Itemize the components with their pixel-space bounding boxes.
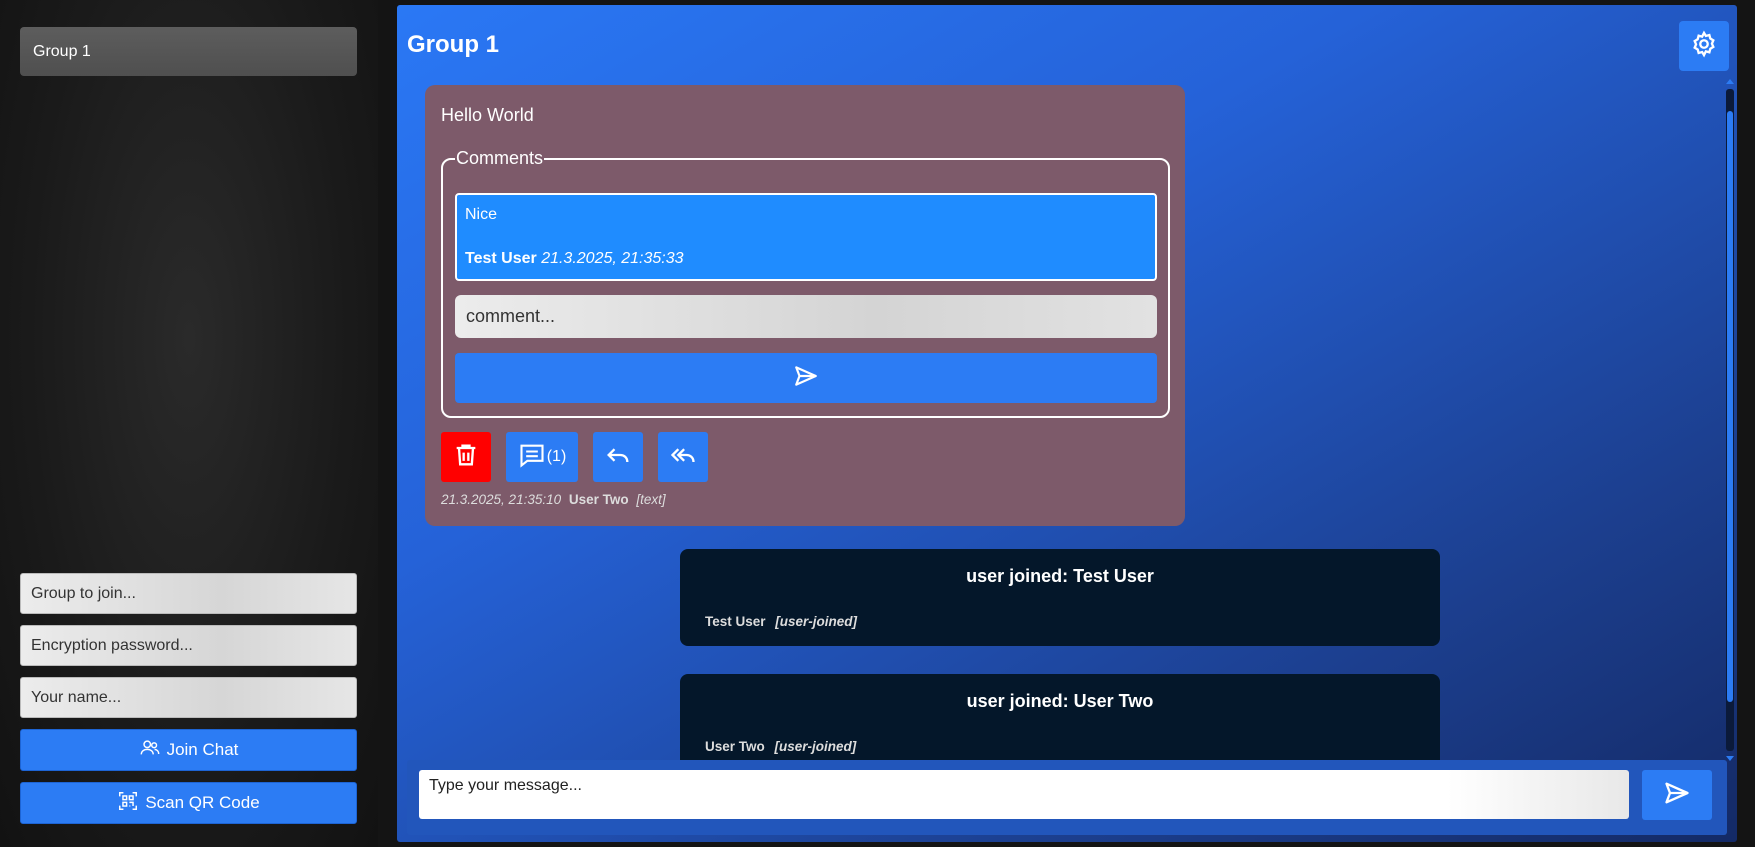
join-chat-button[interactable]: Join Chat bbox=[20, 729, 357, 771]
send-comment-button[interactable] bbox=[455, 353, 1157, 403]
group-to-join-input[interactable] bbox=[20, 573, 357, 614]
message-meta: 21.3.2025, 21:35:10 User Two [text] bbox=[441, 492, 666, 507]
system-message-title: user joined: Test User bbox=[966, 566, 1154, 586]
message-input[interactable] bbox=[419, 770, 1629, 819]
scrollbar[interactable] bbox=[1725, 77, 1737, 763]
scroll-up-arrow[interactable] bbox=[1726, 79, 1734, 84]
comment-item: Nice Test User 21.3.2025, 21:35:33 bbox=[455, 193, 1157, 281]
system-message-user: User Two bbox=[705, 739, 765, 754]
message-time: 21.3.2025, 21:35:10 bbox=[441, 492, 562, 507]
send-message-button[interactable] bbox=[1642, 770, 1712, 820]
message-text: Hello World bbox=[441, 105, 534, 125]
comment-time: 21.3.2025, 21:35:33 bbox=[541, 250, 684, 267]
encryption-password-input[interactable] bbox=[20, 625, 357, 666]
comment-icon bbox=[518, 441, 546, 474]
settings-button[interactable] bbox=[1679, 21, 1729, 71]
scroll-down-arrow[interactable] bbox=[1726, 756, 1734, 761]
qr-code-icon bbox=[117, 790, 139, 817]
delete-button[interactable] bbox=[441, 432, 491, 482]
sidebar: Group 1 Join Chat Scan QR Code bbox=[0, 0, 378, 847]
system-message-user: Test User bbox=[705, 614, 766, 629]
system-message: user joined: User Two User Two [user-joi… bbox=[680, 674, 1440, 763]
reply-icon bbox=[604, 441, 632, 474]
system-message-kind: [user-joined] bbox=[774, 739, 857, 754]
chat-title: Group 1 bbox=[407, 31, 500, 58]
scan-qr-label: Scan QR Code bbox=[145, 793, 260, 812]
your-name-input[interactable] bbox=[20, 677, 357, 718]
message-card: Hello World Comments Nice Test User 21.3… bbox=[425, 85, 1185, 526]
group-item[interactable]: Group 1 bbox=[20, 27, 357, 76]
chat-panel: Group 1 Hello World Comments Nice Test U… bbox=[397, 5, 1737, 842]
system-message-meta: User Two [user-joined] bbox=[705, 739, 856, 754]
system-message-kind: [user-joined] bbox=[775, 614, 858, 629]
system-message-meta: Test User [user-joined] bbox=[705, 614, 857, 629]
send-icon bbox=[793, 363, 819, 394]
gear-icon bbox=[1690, 30, 1718, 63]
comments-section: Comments Nice Test User 21.3.2025, 21:35… bbox=[441, 148, 1170, 418]
comment-meta: Test User 21.3.2025, 21:35:33 bbox=[465, 250, 684, 268]
message-kind: [text] bbox=[636, 492, 666, 507]
reply-all-button[interactable] bbox=[658, 432, 708, 482]
users-icon bbox=[139, 737, 161, 764]
system-message: user joined: Test User Test User [user-j… bbox=[680, 549, 1440, 646]
scan-qr-button[interactable]: Scan QR Code bbox=[20, 782, 357, 824]
scrollbar-thumb[interactable] bbox=[1727, 111, 1733, 702]
message-list[interactable]: Hello World Comments Nice Test User 21.3… bbox=[397, 73, 1715, 763]
message-composer bbox=[407, 760, 1727, 835]
system-message-title: user joined: User Two bbox=[966, 691, 1154, 711]
reply-button[interactable] bbox=[593, 432, 643, 482]
send-icon bbox=[1663, 779, 1691, 812]
comment-input[interactable] bbox=[455, 295, 1157, 338]
message-actions: (1) bbox=[441, 432, 708, 482]
reply-all-icon bbox=[669, 441, 697, 474]
trash-icon bbox=[452, 441, 480, 474]
comment-count: (1) bbox=[546, 448, 567, 465]
message-author: User Two bbox=[568, 492, 629, 507]
comment-author: Test User bbox=[465, 250, 537, 267]
join-chat-label: Join Chat bbox=[166, 740, 239, 759]
comments-legend: Comments bbox=[455, 148, 545, 169]
comments-button[interactable]: (1) bbox=[506, 432, 578, 482]
comment-text: Nice bbox=[465, 206, 498, 223]
